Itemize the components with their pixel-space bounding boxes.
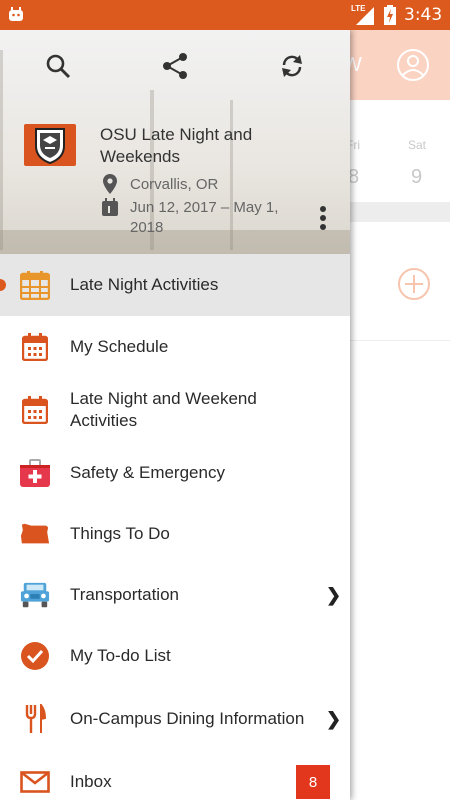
osu-seal-icon — [35, 128, 65, 164]
menu-item-label: Safety & Emergency — [70, 463, 225, 482]
checkmark-circle-icon — [20, 641, 50, 671]
menu-item-dining[interactable]: On-Campus Dining Information ❯ — [0, 686, 350, 752]
oregon-map-icon — [20, 519, 50, 549]
android-notification-icon — [9, 7, 23, 21]
jeep-icon — [20, 580, 50, 610]
more-options-icon[interactable] — [318, 205, 328, 231]
navigation-drawer: OSU Late Night and Weekends Corvallis, O… — [0, 30, 350, 800]
day-name: Sat — [408, 138, 427, 152]
menu-item-things-to-do[interactable]: Things To Do — [0, 504, 350, 564]
menu-item-label: Late Night and Weekend Activities — [70, 389, 257, 430]
calendar-date-icon — [102, 198, 118, 216]
active-indicator — [0, 279, 6, 291]
menu-item-label: Things To Do — [70, 524, 170, 543]
share-icon — [163, 53, 187, 79]
event-dates: Jun 12, 2017 – May 1, 2018 — [130, 199, 279, 236]
profile-icon[interactable] — [396, 48, 430, 82]
divider — [350, 340, 450, 341]
menu-item-label: On-Campus Dining Information — [70, 709, 305, 728]
menu-item-my-to-do-list[interactable]: My To-do List — [0, 626, 350, 686]
app-logo — [24, 124, 76, 166]
menu-item-label: Late Night Activities — [70, 275, 219, 294]
envelope-icon — [20, 767, 50, 797]
share-button[interactable] — [157, 48, 193, 84]
first-aid-kit-icon — [20, 458, 50, 488]
add-icon[interactable] — [397, 267, 431, 301]
battery-charging-icon — [384, 5, 396, 25]
refresh-button[interactable] — [274, 48, 310, 84]
location-pin-icon — [103, 174, 117, 194]
calendar-grid-icon — [20, 270, 50, 300]
menu-item-inbox[interactable]: Inbox 8 — [0, 752, 350, 800]
calendar-icon — [20, 332, 50, 362]
calendar-icon — [20, 395, 50, 425]
menu-item-label: Transportation — [70, 585, 179, 604]
background-decoration — [0, 50, 3, 250]
menu-item-label: Inbox — [70, 772, 112, 791]
menu-item-label: My To-do List — [70, 646, 171, 665]
signal-icon — [356, 7, 374, 25]
drawer-header: OSU Late Night and Weekends Corvallis, O… — [0, 30, 350, 254]
menu-item-safety-emergency[interactable]: Safety & Emergency — [0, 442, 350, 504]
menu-item-late-night-activities[interactable]: Late Night Activities — [0, 254, 350, 316]
search-button[interactable] — [40, 48, 76, 84]
chevron-right-icon: ❯ — [326, 584, 342, 605]
status-bar: LTE 3:43 — [0, 0, 450, 30]
search-icon — [46, 54, 71, 79]
event-location: Corvallis, OR — [130, 176, 219, 193]
day-number[interactable]: 9 — [411, 166, 422, 189]
unread-count-badge: 8 — [296, 765, 330, 799]
chevron-right-icon: ❯ — [326, 708, 342, 729]
menu-item-label: My Schedule — [70, 337, 169, 356]
menu-item-transportation[interactable]: Transportation ❯ — [0, 564, 350, 626]
clock: 3:43 — [404, 5, 443, 25]
fork-knife-icon — [20, 704, 50, 734]
app-title: OSU Late Night and Weekends — [100, 125, 253, 166]
refresh-icon — [282, 55, 302, 77]
menu-item-late-night-weekend-activities[interactable]: Late Night and Weekend Activities — [0, 378, 350, 442]
menu-item-my-schedule[interactable]: My Schedule — [0, 316, 350, 378]
